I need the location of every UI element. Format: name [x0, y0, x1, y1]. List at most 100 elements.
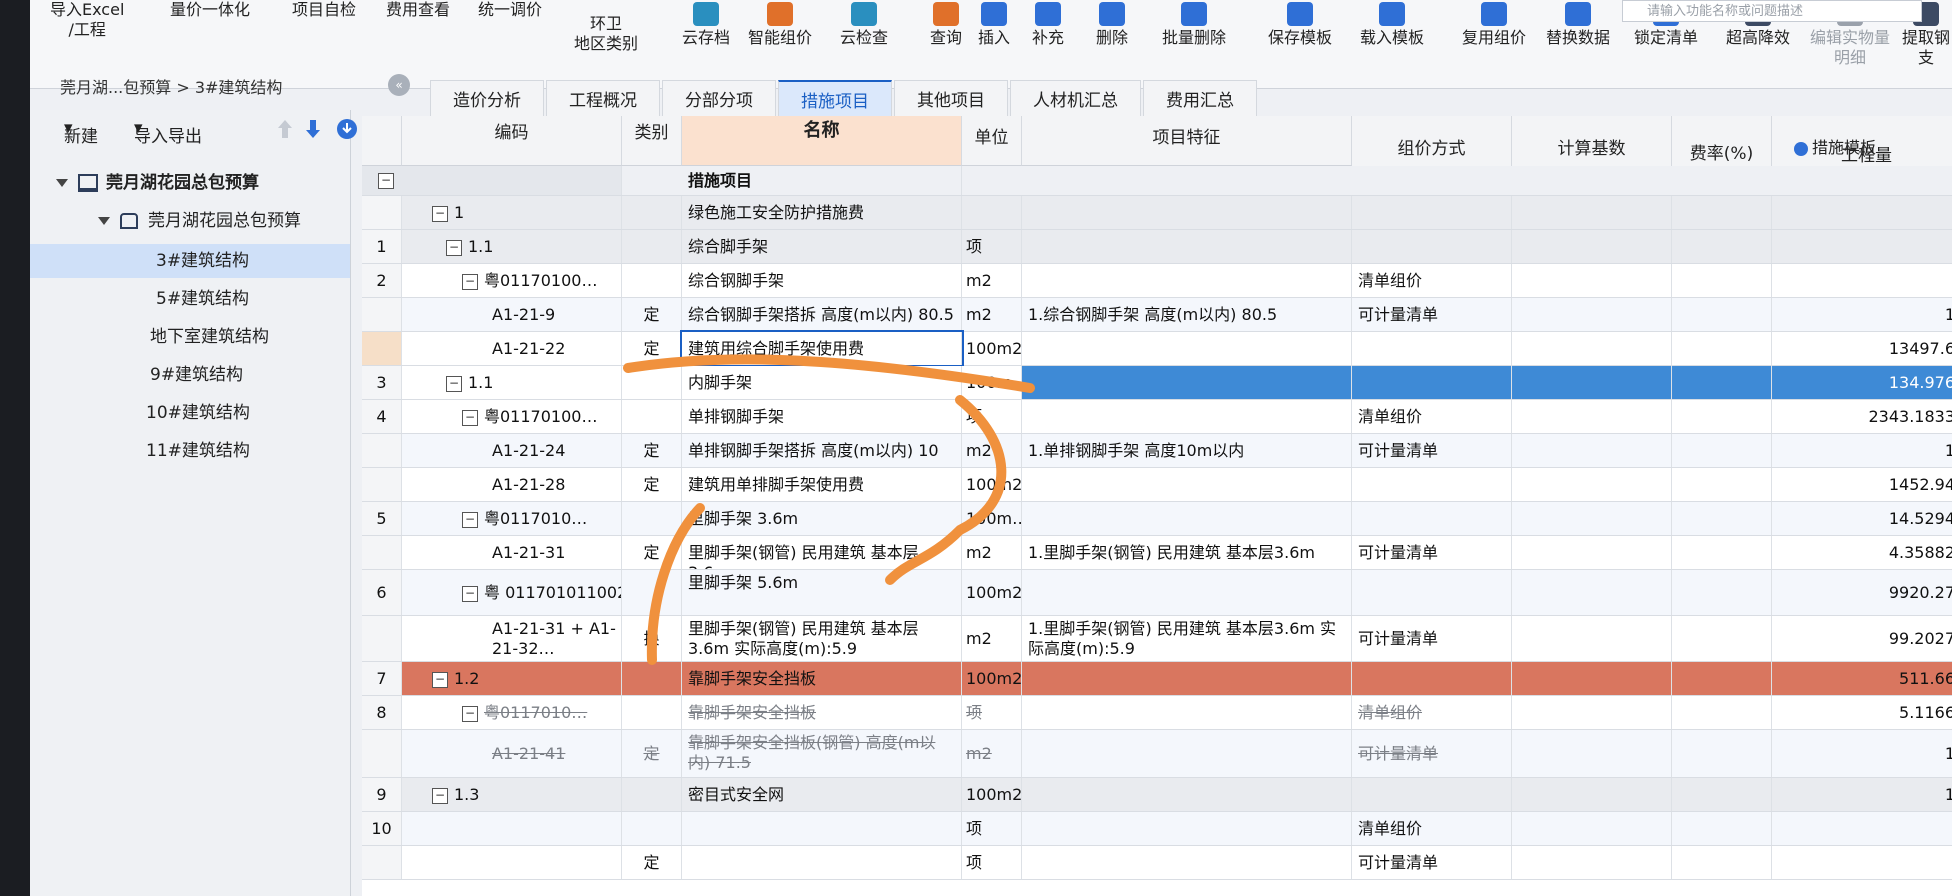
rate-cell[interactable]	[1672, 502, 1772, 535]
base-cell[interactable]	[1512, 846, 1672, 879]
type-cell[interactable]: 定	[622, 468, 682, 501]
code-cell[interactable]: − 粤0117010…	[402, 696, 622, 729]
type-cell[interactable]	[622, 778, 682, 811]
unit-cell[interactable]: 100m…	[962, 366, 1022, 399]
tab-project-overview[interactable]: 工程概况	[546, 80, 660, 121]
type-cell[interactable]: 定	[622, 332, 682, 365]
unit-cell[interactable]: m2	[962, 616, 1022, 661]
unit-cell[interactable]: 100m2	[962, 468, 1022, 501]
quantity-cell[interactable]: 1	[1772, 730, 1952, 777]
method-cell[interactable]: 清单组价	[1352, 696, 1512, 729]
method-cell[interactable]: 可计量清单	[1352, 298, 1512, 331]
table-row[interactable]: 10 项 清单组价	[362, 812, 1952, 846]
feature-cell[interactable]	[1022, 570, 1352, 615]
unit-cell[interactable]: m2	[962, 434, 1022, 467]
base-cell[interactable]	[1512, 502, 1672, 535]
name-cell[interactable]: 单排钢脚手架	[682, 400, 962, 433]
collapse-icon[interactable]: −	[462, 511, 478, 528]
batch-delete-button[interactable]: 批量删除	[1162, 2, 1226, 48]
base-cell[interactable]	[1512, 366, 1672, 399]
replace-data-button[interactable]: 替换数据	[1546, 2, 1610, 48]
type-cell[interactable]	[622, 570, 682, 615]
method-cell[interactable]: 可计量清单	[1352, 616, 1512, 661]
name-cell[interactable]: 综合脚手架	[682, 230, 962, 263]
name-cell[interactable]: 综合钢脚手架搭拆 高度(m以内) 80.5	[682, 298, 962, 331]
type-cell[interactable]	[622, 400, 682, 433]
header-unit[interactable]: 单位	[962, 116, 1022, 166]
method-cell[interactable]	[1352, 468, 1512, 501]
table-row[interactable]: 6− 粤 011701011002 里脚手架 5.6m 100m2 9920.27	[362, 570, 1952, 616]
quantity-cell[interactable]: 14.5294	[1772, 502, 1952, 535]
new-button[interactable]: 新建 ▾	[64, 118, 98, 147]
unit-cell[interactable]: 项	[962, 846, 1022, 879]
load-template-button[interactable]: 载入模板	[1360, 2, 1424, 48]
name-cell[interactable]: 里脚手架 5.6m	[682, 570, 962, 615]
method-cell[interactable]: 清单组价	[1352, 264, 1512, 297]
delete-button[interactable]: 删除	[1096, 2, 1128, 48]
table-row[interactable]: A1-21-31 + A1-21-32… 换里脚手架(钢管) 民用建筑 基本层3.…	[362, 616, 1952, 662]
unit-cell[interactable]: 项	[962, 812, 1022, 845]
code-cell[interactable]: − 粤 011701011002	[402, 570, 622, 615]
tree-item-basement[interactable]: 地下室建筑结构	[150, 320, 269, 354]
tab-other-items[interactable]: 其他项目	[894, 80, 1008, 121]
feature-cell[interactable]	[1022, 196, 1352, 229]
method-cell[interactable]	[1352, 366, 1512, 399]
base-cell[interactable]	[1512, 696, 1672, 729]
feature-cell[interactable]	[1022, 696, 1352, 729]
feature-cell[interactable]: 1.里脚手架(钢管) 民用建筑 基本层3.6m	[1022, 536, 1352, 569]
quantity-cell[interactable]: 4.35882	[1772, 536, 1952, 569]
quantity-cell[interactable]	[1772, 264, 1952, 297]
rate-cell[interactable]	[1672, 264, 1772, 297]
unit-cell[interactable]: 项	[962, 696, 1022, 729]
tree-item-3[interactable]: 3#建筑结构	[30, 244, 350, 278]
collapse-icon[interactable]: −	[462, 705, 478, 722]
type-cell[interactable]	[622, 230, 682, 263]
table-row[interactable]: A1-21-9 定综合钢脚手架搭拆 高度(m以内) 80.5 m2 1.综合钢脚手架 …	[362, 298, 1952, 332]
code-cell[interactable]: −1	[402, 196, 622, 229]
feature-cell[interactable]	[1022, 662, 1352, 695]
code-cell[interactable]: A1-21-28	[402, 468, 622, 501]
code-cell[interactable]: A1-21-31 + A1-21-32…	[402, 616, 622, 661]
rate-cell[interactable]	[1672, 570, 1772, 615]
type-cell[interactable]	[622, 196, 682, 229]
name-cell[interactable]: 靠脚手架安全挡板	[682, 696, 962, 729]
header-code[interactable]: 编码	[402, 116, 622, 166]
feature-cell[interactable]	[1022, 264, 1352, 297]
header-type[interactable]: 类别	[622, 116, 682, 166]
feature-cell[interactable]	[1022, 366, 1352, 399]
rate-cell[interactable]	[1672, 778, 1772, 811]
base-cell[interactable]	[1512, 230, 1672, 263]
rate-cell[interactable]	[1672, 696, 1772, 729]
rate-cell[interactable]	[1672, 332, 1772, 365]
expand-icon[interactable]	[56, 179, 68, 187]
code-cell[interactable]: − 粤01170100…	[402, 400, 622, 433]
table-row[interactable]: A1-21-22 定建筑用综合脚手架使用费 100m2 13497.6	[362, 330, 1952, 367]
type-cell[interactable]: 定	[622, 846, 682, 879]
breadcrumb[interactable]: 莞月湖...包预算 > 3#建筑结构	[60, 74, 282, 98]
method-cell[interactable]	[1352, 778, 1512, 811]
feature-cell[interactable]	[1022, 812, 1352, 845]
table-row[interactable]: 定 项 可计量清单	[362, 846, 1952, 880]
quantity-cell[interactable]: 13497.6	[1772, 332, 1952, 365]
name-cell[interactable]	[682, 812, 962, 845]
tab-fee-summary[interactable]: 费用汇总	[1143, 80, 1257, 121]
rate-cell[interactable]	[1672, 846, 1772, 879]
sanitation-button[interactable]: 环卫 地区类别	[574, 14, 638, 54]
collapse-icon[interactable]: −	[432, 787, 448, 804]
rate-cell[interactable]	[1672, 536, 1772, 569]
feature-cell[interactable]	[1022, 230, 1352, 263]
name-cell[interactable]: 里脚手架 3.6m	[682, 502, 962, 535]
rate-cell[interactable]	[1672, 812, 1772, 845]
table-row[interactable]: A1-21-31 定里脚手架(钢管) 民用建筑 基本层3.6mm21.里脚手架(钢…	[362, 536, 1952, 570]
cloud-check-button[interactable]: 云检查	[840, 2, 888, 48]
unit-cell[interactable]: 100m2	[962, 662, 1022, 695]
measure-template-button[interactable]: 措施模板	[1794, 134, 1876, 158]
code-cell[interactable]: A1-21-41	[402, 730, 622, 777]
table-row[interactable]: 9−1.3密目式安全网100m21	[362, 778, 1952, 812]
table-row[interactable]: A1-21-28 定建筑用单排脚手架使用费 100m2 1452.94	[362, 468, 1952, 502]
feature-cell[interactable]: 1.综合钢脚手架 高度(m以内) 80.5	[1022, 298, 1352, 331]
name-cell[interactable]: 里脚手架(钢管) 民用建筑 基本层3.6m	[682, 536, 962, 569]
table-row[interactable]: 2− 粤01170100… 综合钢脚手架 m2 清单组价	[362, 264, 1952, 298]
name-cell[interactable]: 绿色施工安全防护措施费	[682, 196, 962, 229]
method-cell[interactable]	[1352, 230, 1512, 263]
